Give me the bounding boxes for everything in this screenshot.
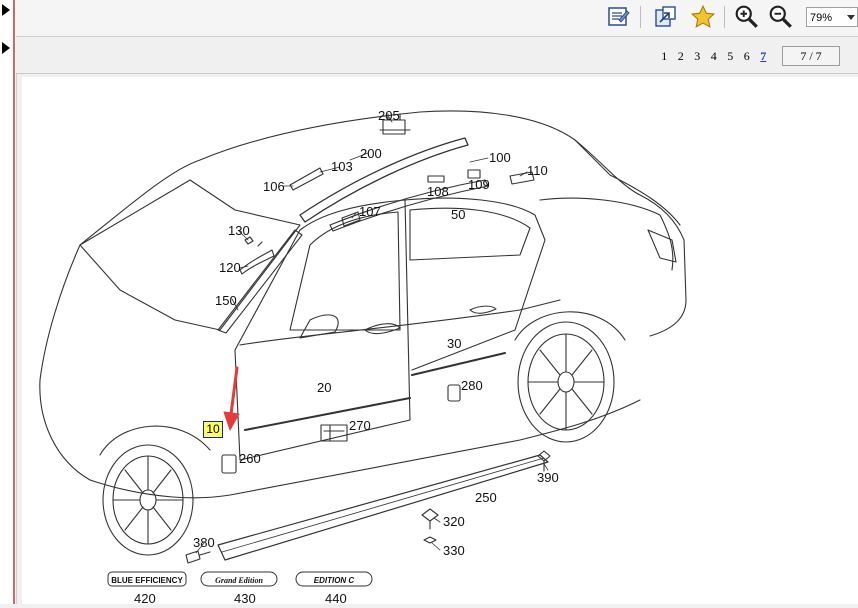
page-link-7-current[interactable]: 7 <box>755 49 772 64</box>
page-link-2[interactable]: 2 <box>673 49 690 64</box>
favorite-star-icon[interactable] <box>690 4 716 30</box>
page-link-1[interactable]: 1 <box>656 49 673 64</box>
highlighted-callout-10[interactable]: 10 <box>203 421 223 438</box>
zoom-value: 79% <box>810 12 833 24</box>
badge-edition-c: EDITION C <box>295 571 373 587</box>
page-navigation-bar: 1 2 3 4 5 6 7 7 / 7 <box>16 37 858 74</box>
page-indicator: 7 / 7 <box>782 46 840 66</box>
callout-20: 20 <box>317 380 331 395</box>
expand-arrow-icon[interactable] <box>2 4 10 16</box>
zoom-in-icon[interactable] <box>734 4 760 30</box>
car-roof-line <box>79 110 681 246</box>
page-link-5[interactable]: 5 <box>722 49 739 64</box>
open-window-icon[interactable] <box>653 4 679 30</box>
part-106 <box>289 167 324 191</box>
document-viewer: 205 200 100 110 103 106 107 108 109 50 1… <box>22 77 858 606</box>
parts-diagram: 205 200 100 110 103 106 107 108 109 50 1… <box>39 108 687 606</box>
toolbar-separator <box>640 6 641 28</box>
roof-strip-front <box>217 229 303 334</box>
front-wheel <box>102 444 194 556</box>
sill-panel <box>217 454 549 561</box>
part-120 <box>239 249 275 275</box>
callout-280: 280 <box>461 378 483 393</box>
callout-130: 130 <box>228 223 250 238</box>
zoom-out-icon[interactable] <box>768 4 794 30</box>
callout-120: 120 <box>219 260 241 275</box>
panel-divider <box>13 0 15 604</box>
page-links: 1 2 3 4 5 6 7 <box>656 49 772 64</box>
callout-109: 109 <box>468 177 490 192</box>
badge-blue-efficiency: BLUE EFFICIENCY <box>107 571 187 587</box>
callout-50: 50 <box>451 207 465 222</box>
toolbar-separator <box>724 6 725 28</box>
page-link-6[interactable]: 6 <box>739 49 756 64</box>
door-handle-rear <box>469 305 497 314</box>
callout-150: 150 <box>215 293 237 308</box>
car-rear-window <box>409 207 531 261</box>
part-270 <box>320 424 348 442</box>
callout-260: 260 <box>239 451 261 466</box>
part-260 <box>221 454 237 474</box>
page-link-4[interactable]: 4 <box>706 49 723 64</box>
callout-107: 107 <box>359 204 381 219</box>
part-330 <box>423 536 437 544</box>
svg-text:EDITION C: EDITION C <box>314 576 355 585</box>
callout-430: 430 <box>234 591 256 604</box>
car-hood <box>39 244 91 481</box>
zoom-select[interactable]: 79% <box>806 7 858 27</box>
rear-wheel-arch <box>514 311 626 341</box>
callout-110: 110 <box>527 163 548 178</box>
part-108 <box>427 175 445 183</box>
callout-106: 106 <box>263 179 285 194</box>
car-mirror <box>299 314 339 339</box>
part-130 <box>244 236 263 247</box>
part-380 <box>185 550 211 564</box>
car-windshield <box>79 179 301 331</box>
svg-text:BLUE EFFICIENCY: BLUE EFFICIENCY <box>111 576 183 585</box>
callout-320: 320 <box>443 514 465 529</box>
callout-270: 270 <box>349 418 371 433</box>
car-trunk <box>539 197 674 271</box>
callout-420: 420 <box>134 591 156 604</box>
toolbar: 79% <box>16 0 858 37</box>
svg-text:Grand Edition: Grand Edition <box>215 576 263 585</box>
roof-rail <box>329 179 489 232</box>
callout-440: 440 <box>325 591 347 604</box>
callout-30: 30 <box>447 336 461 351</box>
callout-330: 330 <box>443 543 465 558</box>
part-390 <box>537 450 551 472</box>
chevron-down-icon <box>847 15 855 20</box>
callout-100: 100 <box>489 150 511 165</box>
page-link-3[interactable]: 3 <box>689 49 706 64</box>
expand-arrow-icon[interactable] <box>2 42 10 54</box>
callout-390: 390 <box>537 470 559 485</box>
roof-molding <box>299 137 469 223</box>
callout-250: 250 <box>475 490 497 505</box>
callout-205: 205 <box>378 108 400 123</box>
car-front-window <box>289 211 401 331</box>
callout-200: 200 <box>360 146 382 161</box>
front-wheel-arch <box>99 425 211 456</box>
callout-380: 380 <box>193 535 215 550</box>
part-280 <box>447 384 461 402</box>
badge-grand-edition: Grand Edition <box>200 571 278 587</box>
annotate-icon[interactable] <box>606 4 632 30</box>
callout-103: 103 <box>331 159 353 174</box>
red-pointer-arrow <box>229 366 239 416</box>
left-panel-strip <box>0 0 17 604</box>
callout-108: 108 <box>427 184 449 199</box>
red-pointer-arrowhead <box>223 411 240 431</box>
rear-wheel <box>517 321 615 443</box>
